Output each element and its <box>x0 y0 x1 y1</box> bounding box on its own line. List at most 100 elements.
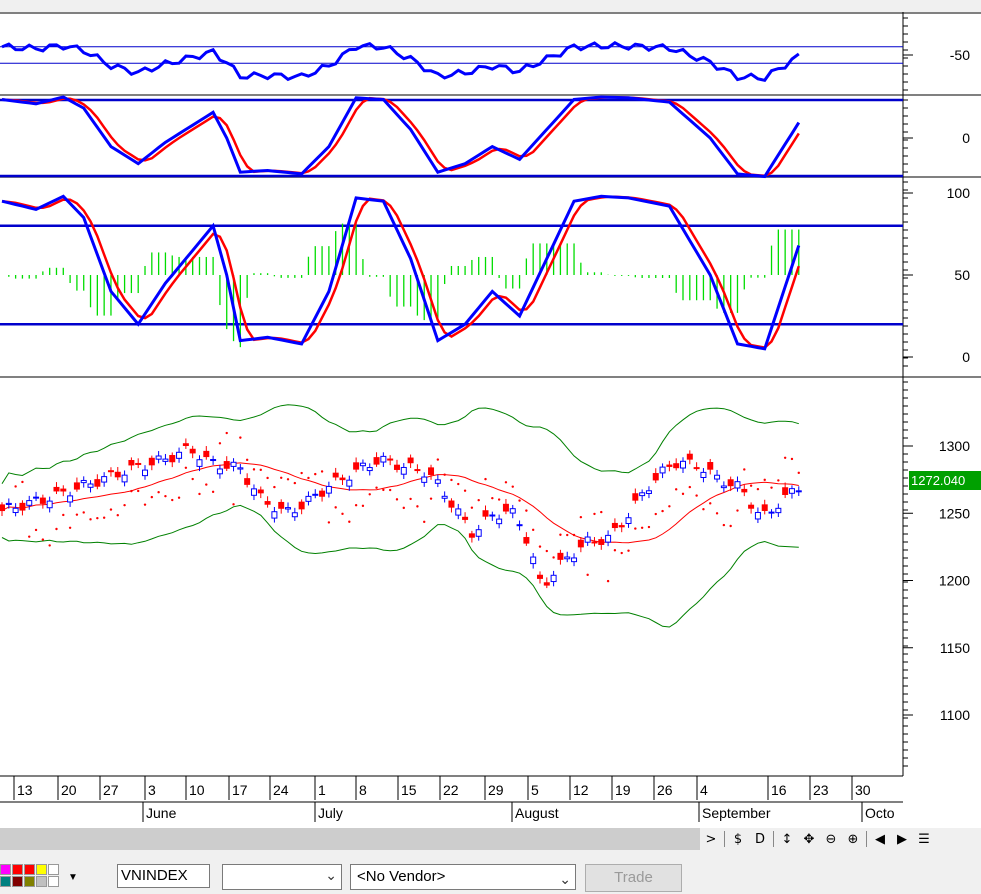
chart-area[interactable]: -50 0 100 50 0 1300 1250 1200 1150 1100 13 20 27 3 10 1… <box>0 0 981 828</box>
color-palette[interactable] <box>0 864 68 890</box>
sar-dot <box>266 476 269 480</box>
chevron-down-icon: ⌄ <box>559 872 571 888</box>
horizontal-scrollbar[interactable]: > $ D ↕ ✥ ⊖ ⊕ ◀ ▶ ☰ <box>0 828 981 850</box>
candle-body <box>244 478 251 485</box>
candle-body <box>543 582 550 586</box>
sar-dot <box>552 556 555 559</box>
sar-dot <box>382 488 385 492</box>
candle-body <box>39 497 46 504</box>
sar-dot <box>647 525 651 529</box>
sar-dot <box>171 498 174 502</box>
scroll-next-icon[interactable]: > <box>700 828 722 850</box>
candle-body <box>591 541 598 544</box>
candle-body <box>468 533 475 538</box>
prev-bar-icon[interactable]: ◀ <box>869 828 891 850</box>
bollinger-upper-band <box>1 404 799 484</box>
bottom-toolbar: ▼ VNINDEX ⌄ <No Vendor> ⌄ Trade <box>0 850 981 894</box>
sar-dot <box>763 478 766 482</box>
color-swatch[interactable] <box>0 876 11 887</box>
sar-dot <box>729 524 732 528</box>
tool-separator <box>724 831 725 847</box>
candle-body <box>475 529 482 537</box>
candle-body <box>693 467 700 470</box>
symbol-input[interactable]: VNINDEX <box>117 864 210 888</box>
zoom-in-icon[interactable]: ⊕ <box>842 828 864 850</box>
trade-button[interactable]: Trade <box>585 864 682 892</box>
move-icon[interactable]: ✥ <box>798 828 820 850</box>
candle-body <box>768 511 775 514</box>
candle-body <box>700 471 707 479</box>
next-bar-icon[interactable]: ▶ <box>891 828 913 850</box>
candle-body <box>135 462 142 465</box>
vertical-zoom-icon[interactable]: ↕ <box>776 828 798 850</box>
interval-select[interactable]: ⌄ <box>222 864 342 890</box>
sar-dot <box>606 579 610 583</box>
sar-dot <box>600 510 603 514</box>
sar-dot <box>470 506 474 509</box>
month-label: June <box>146 805 177 821</box>
currency-icon[interactable]: $ <box>727 828 749 850</box>
month-label: August <box>515 805 559 821</box>
candle-body <box>652 473 659 481</box>
sar-dot <box>429 497 433 500</box>
chart-nav-tools: > $ D ↕ ✥ ⊖ ⊕ ◀ ▶ ☰ <box>700 828 935 850</box>
candle-body <box>216 468 223 475</box>
x-tick-label: 24 <box>273 782 289 798</box>
color-swatch[interactable] <box>24 864 35 875</box>
sar-dot <box>252 468 256 471</box>
x-tick-label: 16 <box>771 782 787 798</box>
chevron-down-icon: ⌄ <box>325 868 337 884</box>
sar-dot <box>300 471 303 475</box>
period-d-button[interactable]: D <box>749 828 771 850</box>
menu-icon[interactable]: ☰ <box>913 828 935 850</box>
color-swatch[interactable] <box>24 876 35 887</box>
x-tick-label: 27 <box>103 782 119 798</box>
sar-dot <box>388 488 392 492</box>
vendor-select[interactable]: <No Vendor> ⌄ <box>350 864 576 890</box>
sar-dot <box>709 502 712 505</box>
color-swatch[interactable] <box>0 864 11 875</box>
candle-body <box>305 495 312 502</box>
color-swatch[interactable] <box>36 864 47 875</box>
y-tick-label: 0 <box>962 349 970 365</box>
candle-body <box>312 493 319 496</box>
tool-separator <box>866 831 867 847</box>
color-swatch[interactable] <box>48 864 59 875</box>
color-swatch[interactable] <box>12 876 23 887</box>
color-swatch[interactable] <box>12 864 23 875</box>
candle-body <box>727 479 734 487</box>
candle-body <box>605 534 612 543</box>
candle-body <box>645 490 652 494</box>
sar-dot <box>702 507 705 511</box>
sar-dot <box>409 497 412 501</box>
scroll-track[interactable] <box>0 828 700 850</box>
sar-dot <box>477 498 480 502</box>
candle-body <box>46 500 53 509</box>
sar-dot <box>593 512 596 516</box>
candle-body <box>720 485 727 489</box>
candle-body <box>237 467 244 470</box>
candle-body <box>748 504 755 509</box>
sar-dot <box>191 477 194 481</box>
sar-dot <box>627 549 630 552</box>
sar-dot <box>75 513 79 516</box>
sar-dot <box>41 538 45 541</box>
sar-dot <box>531 528 535 532</box>
candle-body <box>625 517 632 524</box>
candle-body <box>509 508 516 514</box>
candle-body <box>428 467 435 475</box>
candle-body <box>795 490 802 493</box>
candle-body <box>319 490 326 497</box>
candle-body <box>285 507 292 510</box>
palette-dropdown-icon[interactable]: ▼ <box>68 872 78 883</box>
sar-dot <box>96 516 99 520</box>
color-swatch[interactable] <box>48 876 59 887</box>
candle-body <box>564 556 571 560</box>
zoom-out-icon[interactable]: ⊖ <box>820 828 842 850</box>
candle-body <box>550 574 557 583</box>
sar-dot <box>402 506 405 510</box>
sar-dot <box>538 545 542 548</box>
sar-dot <box>62 513 65 517</box>
color-swatch[interactable] <box>36 876 47 887</box>
sar-dot <box>375 486 378 489</box>
